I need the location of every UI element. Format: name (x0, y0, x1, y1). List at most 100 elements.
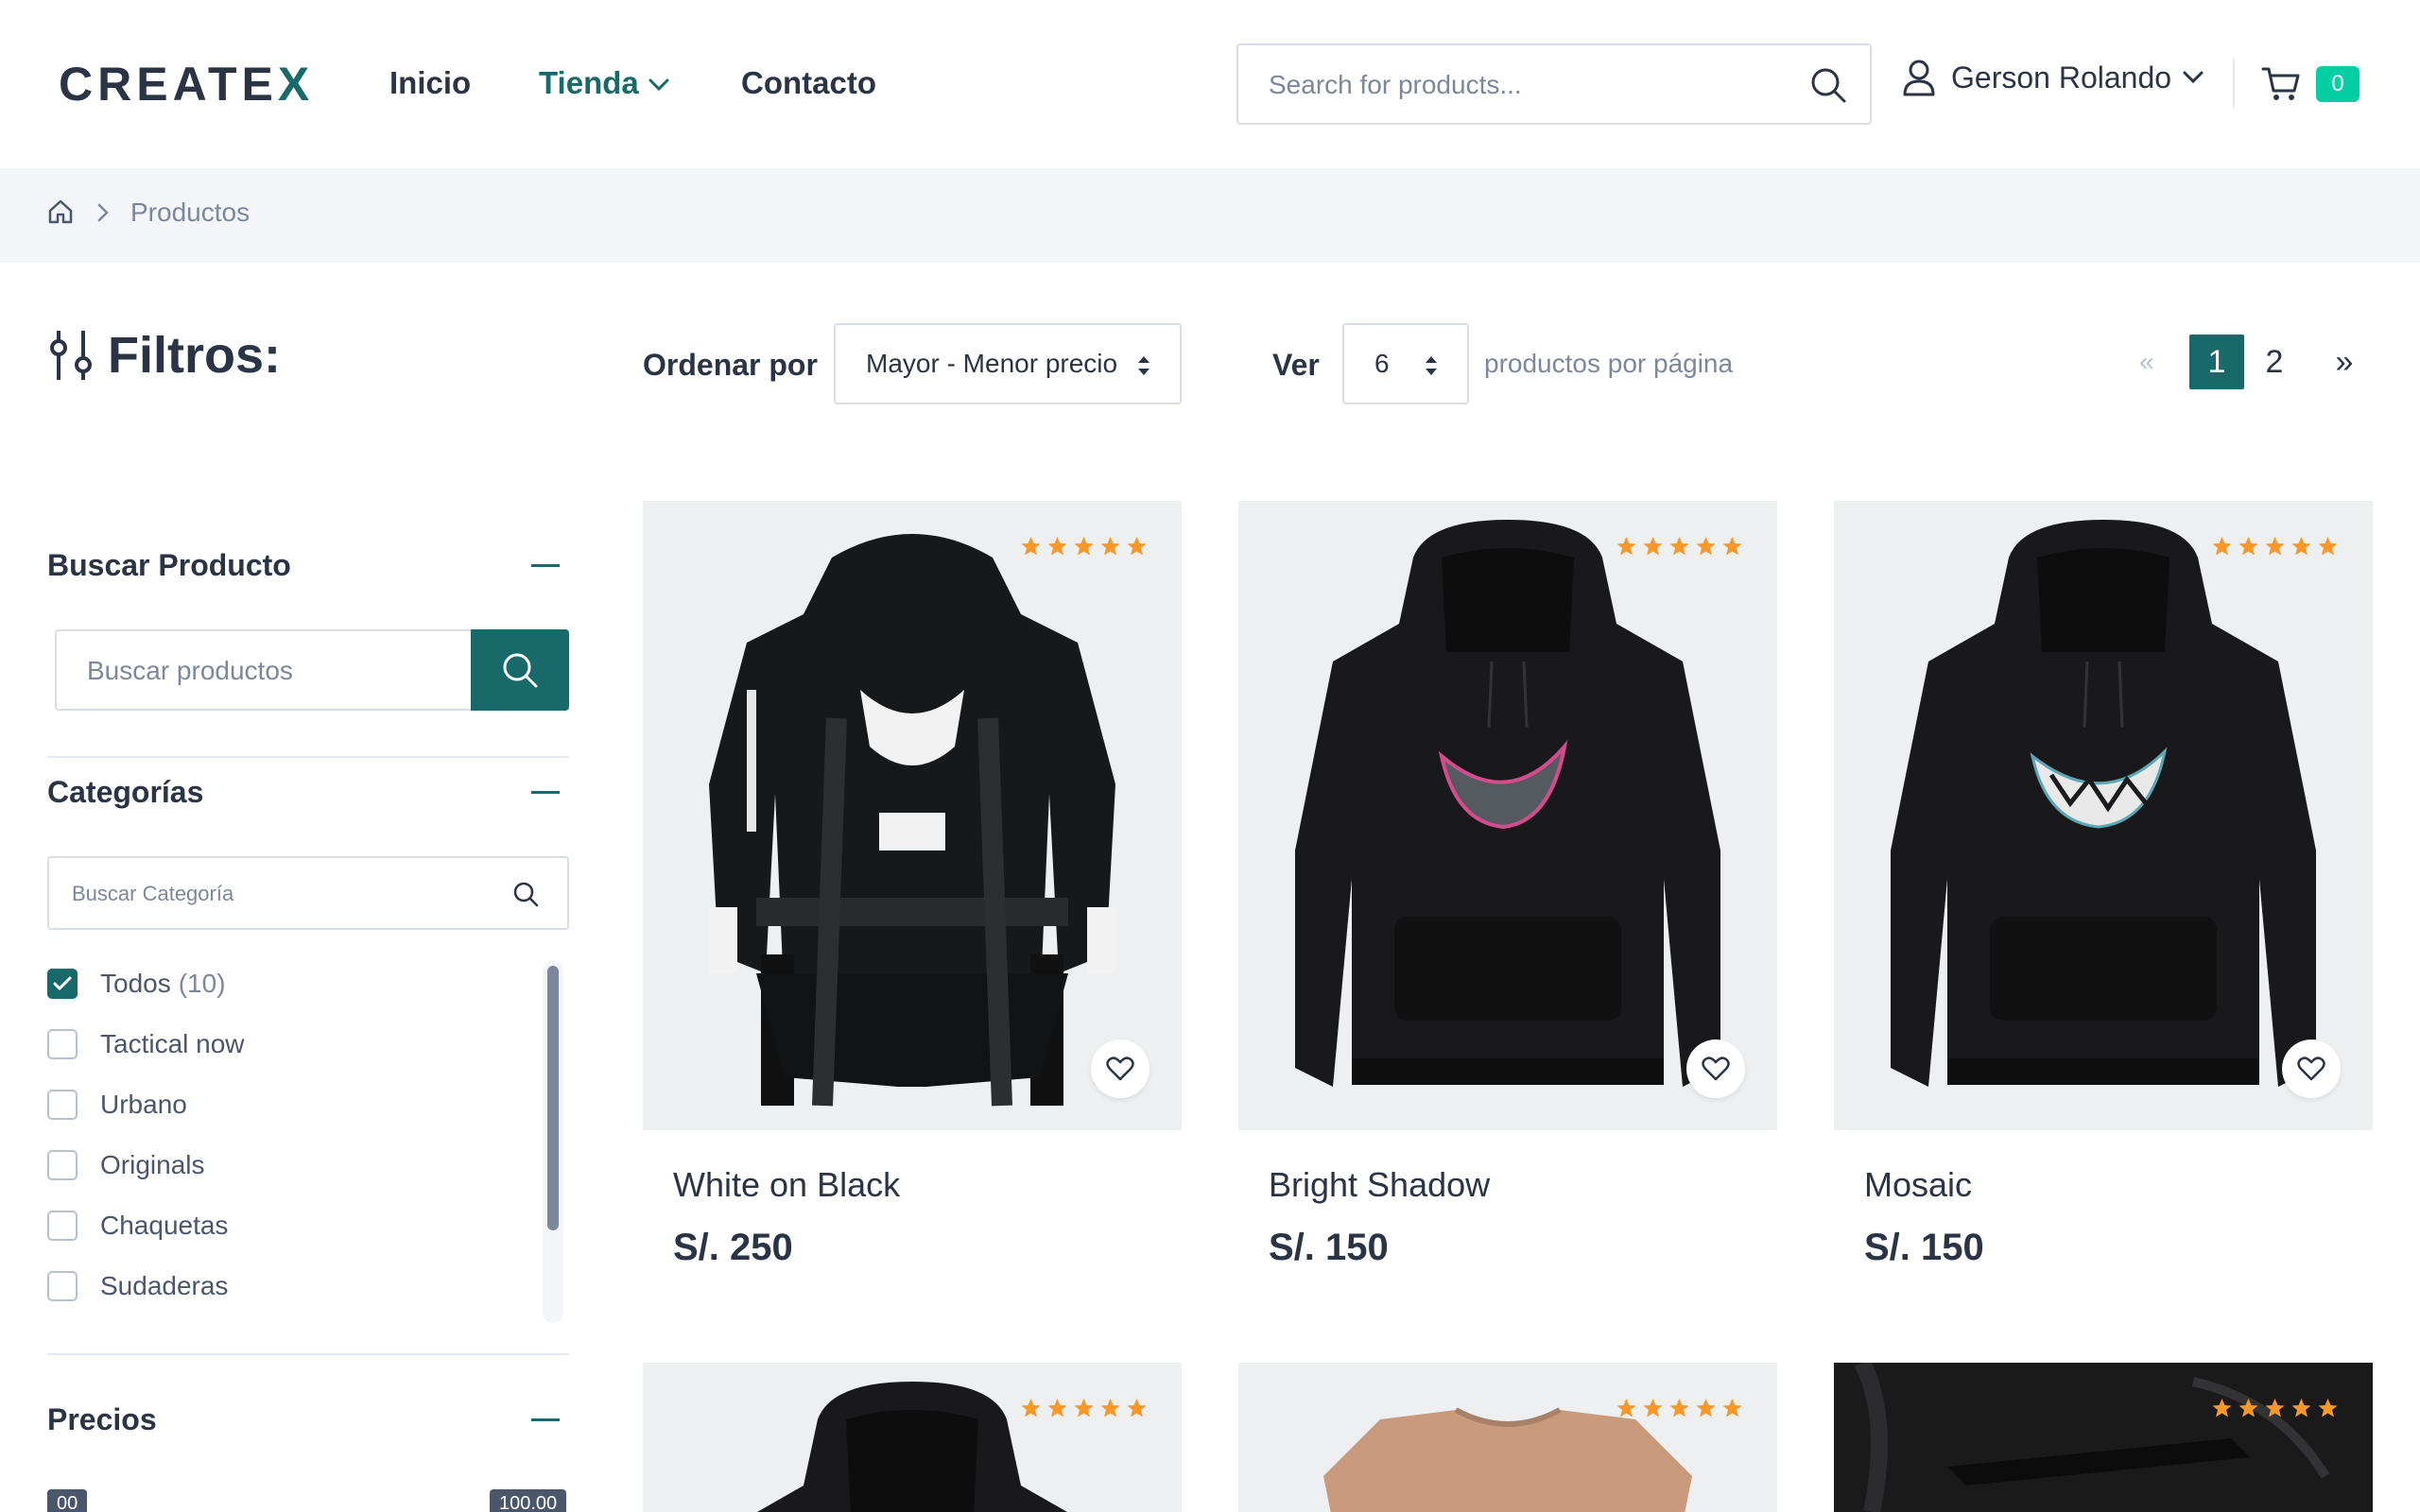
rating-stars (2210, 1397, 2340, 1419)
category-label: Todos (100, 969, 171, 998)
product-image[interactable] (1238, 501, 1777, 1130)
product-image[interactable] (1834, 501, 2373, 1130)
heart-icon (1702, 1057, 1730, 1081)
section-divider (47, 1353, 569, 1355)
star-icon (2238, 537, 2258, 556)
pagination-prev[interactable]: « (2133, 335, 2161, 389)
logo[interactable]: CREATEX (59, 55, 314, 113)
collapse-icon[interactable] (531, 1418, 560, 1421)
breadcrumb (0, 168, 2420, 263)
product-image[interactable] (1834, 1363, 2373, 1512)
star-icon (1722, 537, 1742, 556)
wishlist-button[interactable] (1686, 1040, 1745, 1098)
pagination-page-2[interactable]: 2 (2256, 335, 2293, 389)
check-icon (53, 976, 72, 991)
user-icon (1903, 60, 1935, 96)
product-search-button[interactable] (471, 629, 569, 711)
checkbox[interactable] (47, 1090, 78, 1120)
home-icon[interactable] (47, 198, 74, 225)
sort-value: Mayor - Menor precio (866, 349, 1118, 378)
wishlist-button[interactable] (2282, 1040, 2341, 1098)
collapse-icon[interactable] (531, 563, 560, 567)
category-label: Tactical now (100, 1029, 245, 1058)
category-item-urbano[interactable]: Urbano (47, 1089, 187, 1121)
product-price: S/. 150 (1269, 1227, 1389, 1268)
categories-section-header[interactable]: Categorías (47, 773, 569, 811)
header-search-input[interactable] (1269, 64, 1798, 106)
category-search (47, 856, 569, 930)
product-image[interactable] (643, 501, 1182, 1130)
star-icon (1643, 537, 1663, 556)
star-icon (2238, 1399, 2258, 1418)
search-icon (503, 653, 538, 688)
filters-title: Filtros: (47, 325, 281, 386)
star-icon (2291, 537, 2311, 556)
sort-arrows-icon (1138, 356, 1150, 375)
wishlist-button[interactable] (1091, 1040, 1150, 1098)
star-icon (1669, 537, 1689, 556)
logo-text: CREATEX (59, 58, 315, 111)
star-icon (1074, 537, 1094, 556)
category-label: Sudaderas (100, 1271, 229, 1300)
user-name: Gerson Rolando (1951, 60, 2172, 94)
logo-accent-letter: X (277, 58, 315, 111)
chevron-right-icon (97, 203, 109, 222)
jacket-image (709, 534, 1115, 1107)
product-image[interactable] (643, 1363, 1182, 1512)
site-header: CREATEX Inicio Tienda Contacto Gerson Ro… (0, 0, 2420, 168)
category-item-originals[interactable]: Originals (47, 1149, 204, 1181)
checkbox[interactable] (47, 1029, 78, 1059)
nav-inicio[interactable]: Inicio (389, 64, 471, 102)
product-search-input[interactable] (87, 650, 465, 692)
rating-stars (1019, 535, 1149, 558)
pagination-page-1[interactable]: 1 (2189, 335, 2244, 389)
checkbox[interactable] (47, 1211, 78, 1241)
prices-section-title: Precios (47, 1402, 157, 1436)
product-name[interactable]: Bright Shadow (1269, 1164, 1490, 1206)
product-name[interactable]: White on Black (673, 1164, 900, 1206)
sort-arrows-icon (1426, 356, 1437, 375)
product-name[interactable]: Mosaic (1864, 1164, 1972, 1206)
section-divider (47, 756, 569, 758)
checkbox[interactable] (47, 1271, 78, 1301)
star-icon (1616, 537, 1636, 556)
header-search (1236, 43, 1872, 125)
category-item-todos[interactable]: Todos (10) (47, 968, 226, 1000)
search-section-title: Buscar Producto (47, 548, 291, 582)
star-icon (1669, 1399, 1689, 1418)
sort-label: Ordenar por (643, 348, 818, 382)
heart-icon (1106, 1057, 1134, 1081)
category-item-tactical-now[interactable]: Tactical now (47, 1028, 245, 1060)
prices-section-header[interactable]: Precios (47, 1400, 569, 1438)
category-scrollbar-thumb[interactable] (547, 966, 559, 1230)
nav-contacto[interactable]: Contacto (741, 64, 876, 102)
cart-icon[interactable] (2261, 66, 2301, 102)
search-section-header[interactable]: Buscar Producto (47, 546, 569, 584)
per-page-value: 6 (1374, 349, 1390, 378)
sort-select[interactable]: Mayor - Menor precio (834, 323, 1182, 404)
rating-stars (1019, 1397, 1149, 1419)
nav-tienda[interactable]: Tienda (539, 64, 669, 102)
chevron-down-icon (648, 78, 669, 92)
search-icon[interactable] (512, 881, 539, 907)
category-label: Urbano (100, 1090, 187, 1119)
category-search-input[interactable] (72, 875, 488, 913)
header-divider (2233, 59, 2235, 108)
checkbox[interactable] (47, 1150, 78, 1180)
category-label: Originals (100, 1150, 205, 1179)
category-label: Chaquetas (100, 1211, 229, 1240)
pagination-next[interactable]: » (2329, 335, 2360, 389)
category-item-chaquetas[interactable]: Chaquetas (47, 1210, 228, 1242)
tshirt-image (1323, 1407, 1692, 1512)
rating-stars (2210, 535, 2340, 558)
checkbox-checked[interactable] (47, 969, 78, 999)
collapse-icon[interactable] (531, 790, 560, 794)
per-page-select[interactable]: 6 (1342, 323, 1469, 404)
hoodie-image (757, 1382, 1067, 1512)
star-icon (2291, 1399, 2311, 1418)
user-menu[interactable]: Gerson Rolando (1902, 59, 2204, 96)
search-icon[interactable] (1809, 66, 1847, 104)
category-item-sudaderas[interactable]: Sudaderas (47, 1270, 228, 1302)
product-image[interactable] (1238, 1363, 1777, 1512)
hoodie-image (1891, 520, 2316, 1087)
